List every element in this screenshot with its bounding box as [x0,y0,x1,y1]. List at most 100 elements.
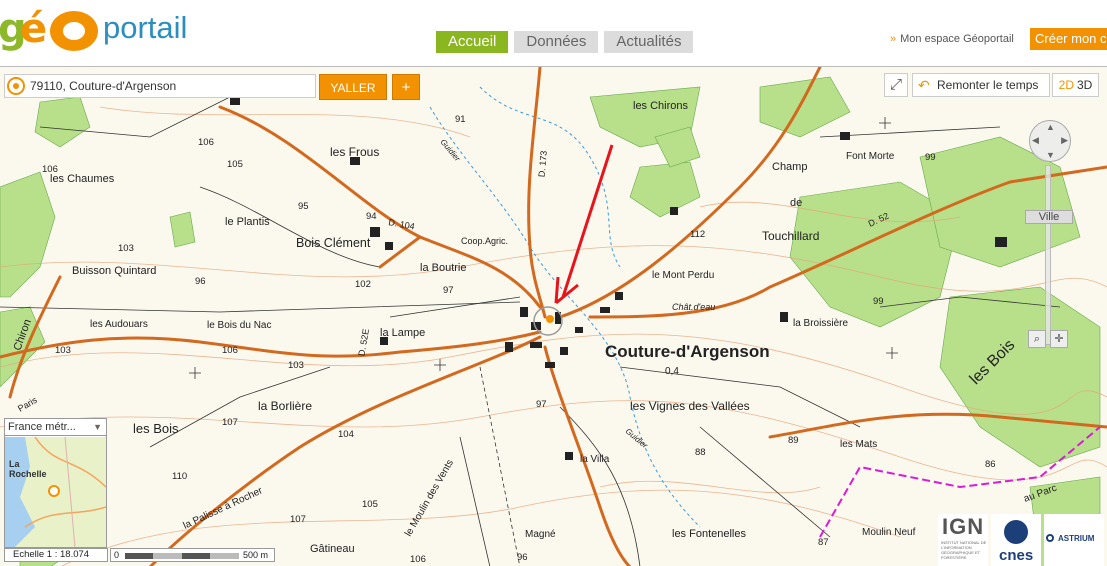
ign-logo[interactable]: IGN INSTITUT NATIONAL DE L'INFORMATION G… [938,514,988,566]
height-label: 89 [788,435,799,446]
pan-control[interactable]: ▲ ▼ ◀ ▶ [1029,120,1071,162]
overview-road [24,506,106,528]
track [389,296,521,318]
label-plantis: le Plantis [225,216,270,228]
cnes-logo[interactable]: cnes [991,514,1041,566]
logo-o-shape [50,11,98,51]
track [619,366,861,428]
sea-area [5,437,35,547]
label-broissiere: la Broissière [793,318,848,329]
fullscreen-icon[interactable]: ⤢ [884,73,908,97]
label-vignes: les Vignes des Vallées [630,399,750,413]
label-d173: D. 173 [537,150,549,177]
astrium-logo-mark [1046,534,1054,542]
scale-bar-graphic [125,553,239,559]
pan-right-icon[interactable]: ▶ [1061,135,1068,146]
magnifier-icon[interactable]: ⌕ [1028,330,1046,348]
forest-patch [34,96,91,148]
label-d52e: D. 52E [356,328,371,357]
label-de: de [790,197,802,209]
label-champ: Champ [772,161,807,173]
nav-tab-donnees[interactable]: Données [514,31,599,53]
creer-compte-button[interactable]: Créer mon c [1030,28,1107,50]
road-d104 [218,105,542,309]
height-label: 86 [985,459,996,470]
height-label: 103 [55,345,71,356]
label-coop: Coop.Agric. [461,236,508,246]
forest-patch [0,171,56,298]
label-frous: les Frous [330,145,379,159]
cnes-logo-text: cnes [999,547,1034,564]
geoportail-logo[interactable]: g é portail [0,2,220,52]
label-les-bois-left: les Bois [133,421,179,436]
search-input[interactable] [30,79,300,93]
path-dashed [479,366,521,566]
building [670,207,678,215]
crosshair-icon[interactable]: ✛ [1050,330,1068,348]
height-label: 94 [366,211,377,222]
chevron-right-icon: » [890,33,897,45]
overview-city-label: La Rochelle [9,459,47,479]
label-guidier-2: Guidier [624,427,650,451]
mode-2d-button[interactable]: 2D [1059,78,1074,92]
plus-button[interactable]: + [392,74,420,100]
ign-logo-text: IGN [942,514,985,539]
return-arrow-icon: ↶ [918,77,930,93]
overview-minimap[interactable]: La Rochelle [5,437,106,547]
mode-3d-button[interactable]: 3D [1077,78,1092,92]
grid-cross [189,367,201,379]
overview-map[interactable]: France métr... ▼ La Rochelle [4,418,107,548]
building [505,342,513,352]
location-icon[interactable] [7,77,25,95]
building [615,292,623,300]
height-label: 107 [290,514,306,525]
yaller-button[interactable]: YALLER [319,74,387,100]
track [0,301,521,313]
height-label: 106 [42,164,58,175]
label-boutrie: la Boutrie [420,262,466,274]
label-font-morte: Font Morte [846,151,895,162]
arrow-shaft [561,144,614,298]
height-label: 87 [818,537,829,548]
remonter-le-temps-button[interactable]: ↶ Remonter le temps [912,73,1050,97]
label-guidier: Guidier [438,138,462,164]
building [840,132,850,140]
view-mode-toggle: 2D 3D [1052,73,1099,97]
nav-tab-actualites[interactable]: Actualités [604,31,694,53]
height-label: 99 [873,296,884,307]
height-label: 97 [536,399,547,410]
pan-down-icon[interactable]: ▼ [1046,150,1055,160]
label-lampe: la Lampe [380,327,425,339]
pan-left-icon[interactable]: ◀ [1032,135,1039,146]
height-label: 110 [172,471,187,482]
height-label: 103 [118,243,134,254]
zoom-level-label[interactable]: Ville [1025,210,1073,224]
label-fontenelles: les Fontenelles [672,528,746,540]
scale-start: 0 [114,550,120,560]
height-label: 95 [298,201,309,212]
label-paris: Paris [16,395,39,414]
label-audouars: les Audouars [90,319,148,330]
height-label: 96 [517,552,528,563]
building [545,362,555,368]
zoom-tools: ⌕ ✛ [1028,330,1074,348]
height-label: 106 [410,554,426,565]
height-label: 105 [362,499,378,510]
astrium-logo[interactable]: ASTRIUM [1044,514,1104,566]
pan-up-icon[interactable]: ▲ [1046,122,1055,132]
building [530,342,542,348]
search-box [4,74,316,98]
forest-patch [629,161,701,218]
map-viewport[interactable]: les Chirons les Frous les Chaumes le Pla… [0,66,1107,566]
height-label: 106 [198,137,214,148]
topographic-map[interactable]: les Chirons les Frous les Chaumes le Pla… [0,67,1107,566]
header: g é portail Accueil Données Actualités »… [0,0,1107,66]
height-label: 106 [222,345,238,356]
projection-select[interactable]: France métr... ▼ [5,419,106,436]
building [370,227,380,237]
building [600,307,610,313]
height-label: 102 [355,279,371,290]
nav-tab-accueil[interactable]: Accueil [436,31,509,53]
zoom-slider[interactable] [1045,165,1051,345]
mon-espace-link[interactable]: » Mon espace Géoportail [890,33,1014,45]
